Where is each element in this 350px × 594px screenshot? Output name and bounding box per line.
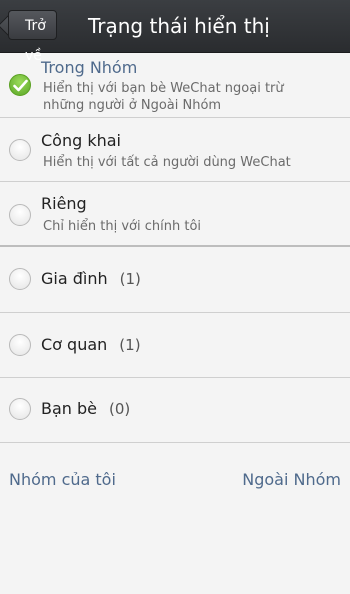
group-name: Cơ quan [41,335,108,354]
radio-unchecked-icon[interactable] [9,268,31,290]
radio-checked-icon[interactable] [9,74,31,96]
page-title: Trạng thái hiển thị [88,14,270,38]
option-private[interactable]: Riêng Chỉ hiển thị với chính tôi [0,182,350,247]
outside-groups-link[interactable]: Ngoài Nhóm [242,470,341,489]
option-title: Công khai [41,131,121,150]
option-description: Chỉ hiển thị với chính tôi [43,219,202,234]
group-name: Gia đình [41,269,108,288]
option-description: Hiển thị với tất cả người dùng WeChat [43,155,291,170]
option-description: những người ở Ngoài Nhóm [43,98,222,113]
group-label: Bạn bè (0) [41,399,130,418]
option-public[interactable]: Công khai Hiển thị với tất cả người dùng… [0,118,350,182]
visibility-options-list: Trong Nhóm Hiển thị với bạn bè WeChat ng… [0,52,350,443]
group-name: Bạn bè [41,399,98,418]
radio-unchecked-icon[interactable] [9,204,31,226]
group-count: (1) [119,270,141,288]
group-row[interactable]: Cơ quan (1) [0,313,350,378]
group-count: (1) [119,336,141,354]
back-button[interactable]: Trở về [8,10,57,64]
option-description: Hiển thị với bạn bè WeChat ngoại trừ [43,81,284,96]
option-in-group[interactable]: Trong Nhóm Hiển thị với bạn bè WeChat ng… [0,52,350,118]
group-row[interactable]: Bạn bè (0) [0,378,350,443]
group-label: Cơ quan (1) [41,335,141,354]
radio-unchecked-icon[interactable] [9,334,31,356]
group-label: Gia đình (1) [41,269,141,288]
radio-unchecked-icon[interactable] [9,398,31,420]
my-groups-link[interactable]: Nhóm của tôi [9,470,116,489]
option-title: Riêng [41,194,87,213]
title-bar: Trở về Trạng thái hiển thị [0,0,350,64]
radio-unchecked-icon[interactable] [9,139,31,161]
group-row[interactable]: Gia đình (1) [0,247,350,313]
option-title: Trong Nhóm [41,58,138,77]
group-count: (0) [109,400,131,418]
